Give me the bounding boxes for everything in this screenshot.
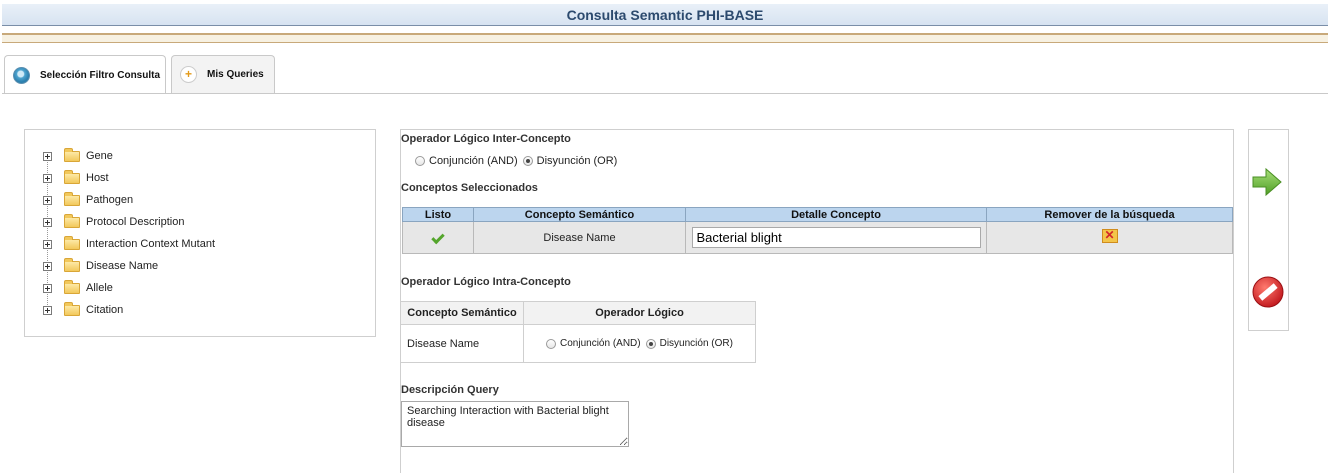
tree-item-label[interactable]: Gene [86,150,113,162]
tree-item-label[interactable]: Interaction Context Mutant [86,238,215,250]
tree-item-label[interactable]: Protocol Description [86,216,184,228]
intra-or-label: Disyunción (OR) [659,338,733,349]
intra-operator-table: Concepto Semántico Operador Lógico Disea… [400,301,756,363]
intra-and-label: Conjunción (AND) [560,338,641,349]
header-band [2,35,1328,43]
remove-cell [986,221,1233,254]
column-header: Listo [402,207,474,222]
table-row: Disease Name Conjunción (AND) Disyunción… [400,324,756,363]
tree-item[interactable]: Interaction Context Mutant [43,235,215,252]
concept-cell: Disease Name [400,324,524,363]
execute-arrow-icon[interactable] [1251,167,1283,197]
folder-icon [64,235,80,250]
column-header: Detalle Concepto [685,207,987,222]
tree-item[interactable]: Host [43,169,109,186]
tree-item-label[interactable]: Host [86,172,109,184]
intra-operator-label: Operador Lógico Intra-Concepto [401,276,571,288]
concept-cell: Disease Name [473,221,686,254]
inter-operator-options: Conjunción (AND) Disyunción (OR) [415,155,622,167]
folder-icon [64,191,80,206]
folder-icon [64,147,80,162]
inter-or-label: Disyunción (OR) [536,155,618,167]
expand-icon[interactable] [43,283,52,293]
expand-icon[interactable] [43,173,52,183]
description-label: Descripción Query [401,384,499,396]
expand-icon[interactable] [43,217,52,227]
concept-detail-input[interactable] [691,227,981,248]
tree-item[interactable]: Protocol Description [43,213,184,230]
selected-concepts-label: Conceptos Seleccionados [401,182,538,194]
folder-icon [64,257,80,272]
tree-item[interactable]: Allele [43,279,113,296]
tree-item[interactable]: Gene [43,147,113,164]
app-title: Consulta Semantic PHI-BASE [2,4,1328,26]
tab-label: Selección Filtro Consulta [40,69,161,81]
tree-item-label[interactable]: Disease Name [86,260,158,272]
detail-cell [685,221,987,254]
tree-item-label[interactable]: Citation [86,304,123,316]
column-header: Operador Lógico [523,301,756,325]
plus-icon: + [180,66,197,83]
expand-icon[interactable] [43,261,52,271]
operator-cell: Conjunción (AND) Disyunción (OR) [523,324,756,363]
column-header: Remover de la búsqueda [986,207,1233,222]
tree-item[interactable]: Pathogen [43,191,133,208]
filter-icon [13,66,30,84]
cancel-icon[interactable] [1252,276,1284,308]
folder-icon [64,213,80,228]
query-description-textarea[interactable]: Searching Interaction with Bacterial bli… [401,401,629,447]
inter-and-label: Conjunción (AND) [429,155,518,167]
tab-label: Mis Queries [207,69,264,80]
inter-or-radio[interactable] [522,156,533,166]
tab-seleccion-filtro[interactable]: Selección Filtro Consulta [4,55,166,94]
expand-icon[interactable] [43,195,52,205]
inter-operator-label: Operador Lógico Inter-Concepto [401,133,571,145]
column-header: Concepto Semántico [473,207,686,222]
tree-item[interactable]: Citation [43,301,123,318]
tree-item-label[interactable]: Pathogen [86,194,133,206]
expand-icon[interactable] [43,305,52,315]
folder-icon [64,169,80,184]
ready-cell [402,221,474,254]
intra-and-radio[interactable] [546,338,557,349]
inter-and-radio[interactable] [415,156,425,166]
intra-or-radio[interactable] [645,338,656,349]
tree-item[interactable]: Disease Name [43,257,158,274]
selected-concepts-table: Listo Concepto Semántico Detalle Concept… [402,207,1233,254]
column-header: Concepto Semántico [400,301,524,325]
intra-operator-options: Conjunción (AND) Disyunción (OR) [524,338,755,349]
expand-icon[interactable] [43,239,52,249]
checkmark-icon [431,230,445,244]
table-row: Disease Name [402,221,1233,254]
folder-icon [64,279,80,294]
remove-icon[interactable] [1101,228,1118,243]
tab-mis-queries[interactable]: + Mis Queries [171,55,275,93]
expand-icon[interactable] [43,151,52,161]
folder-icon [64,301,80,316]
tree-item-label[interactable]: Allele [86,282,113,294]
